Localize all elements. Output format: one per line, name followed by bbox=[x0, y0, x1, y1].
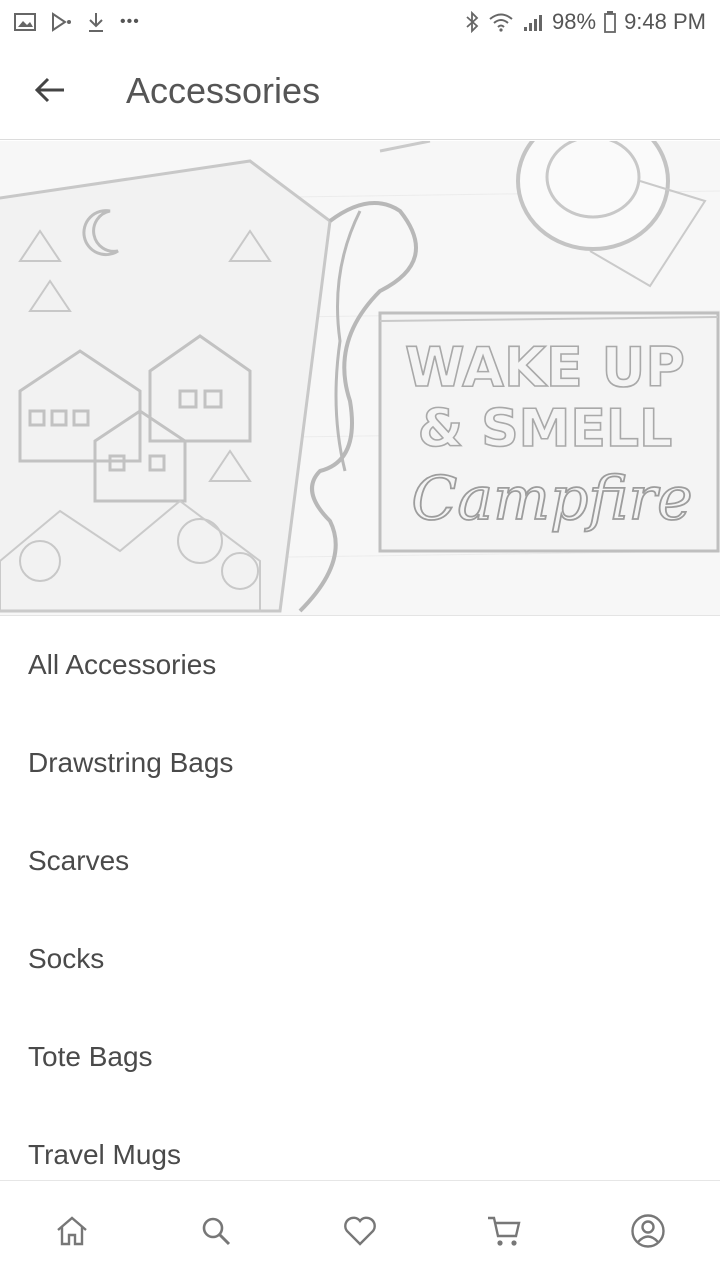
heart-icon bbox=[344, 1216, 376, 1246]
category-item-socks[interactable]: Socks bbox=[0, 910, 720, 1008]
hero-illustration: WAKE UP & SMELL Campfire bbox=[0, 141, 720, 615]
page-title: Accessories bbox=[126, 70, 321, 111]
play-icon bbox=[50, 12, 72, 32]
cart-icon bbox=[488, 1216, 521, 1246]
back-button[interactable] bbox=[26, 66, 74, 114]
hero-banner-image: WAKE UP & SMELL Campfire bbox=[0, 141, 720, 616]
app-bar: Accessories bbox=[0, 44, 720, 140]
nav-home-button[interactable] bbox=[28, 1187, 116, 1275]
nav-search-button[interactable] bbox=[172, 1187, 260, 1275]
hero-text-line-2: & SMELL bbox=[418, 399, 672, 459]
search-icon bbox=[202, 1217, 231, 1245]
signal-icon bbox=[522, 12, 544, 32]
battery-icon bbox=[604, 11, 616, 33]
category-item-tote-bags[interactable]: Tote Bags bbox=[0, 1008, 720, 1106]
clock: 9:48 PM bbox=[624, 9, 706, 34]
hero-text-line-1: WAKE UP bbox=[405, 336, 685, 399]
download-icon bbox=[86, 11, 106, 33]
gallery-icon bbox=[14, 12, 36, 32]
more-icon: ••• bbox=[120, 13, 140, 30]
nav-account-button[interactable] bbox=[604, 1187, 692, 1275]
bottom-navigation bbox=[0, 1180, 720, 1280]
status-right: 98% 9:48 PM bbox=[464, 9, 706, 35]
category-list: All Accessories Drawstring Bags Scarves … bbox=[0, 616, 720, 1204]
arrow-left-icon bbox=[34, 77, 64, 103]
account-icon bbox=[631, 1213, 665, 1248]
wifi-icon bbox=[488, 12, 514, 32]
bluetooth-icon bbox=[464, 11, 480, 33]
category-item-scarves[interactable]: Scarves bbox=[0, 812, 720, 910]
home-icon bbox=[57, 1215, 87, 1245]
status-left: ••• bbox=[14, 11, 140, 33]
status-bar: ••• 98% 9:48 PM bbox=[0, 0, 720, 44]
nav-favorites-button[interactable] bbox=[316, 1187, 404, 1275]
nav-cart-button[interactable] bbox=[460, 1187, 548, 1275]
category-item-drawstring-bags[interactable]: Drawstring Bags bbox=[0, 714, 720, 812]
category-item-all-accessories[interactable]: All Accessories bbox=[0, 616, 720, 714]
hero-text-line-3: Campfire bbox=[411, 464, 692, 534]
battery-percent: 98% bbox=[552, 9, 597, 34]
